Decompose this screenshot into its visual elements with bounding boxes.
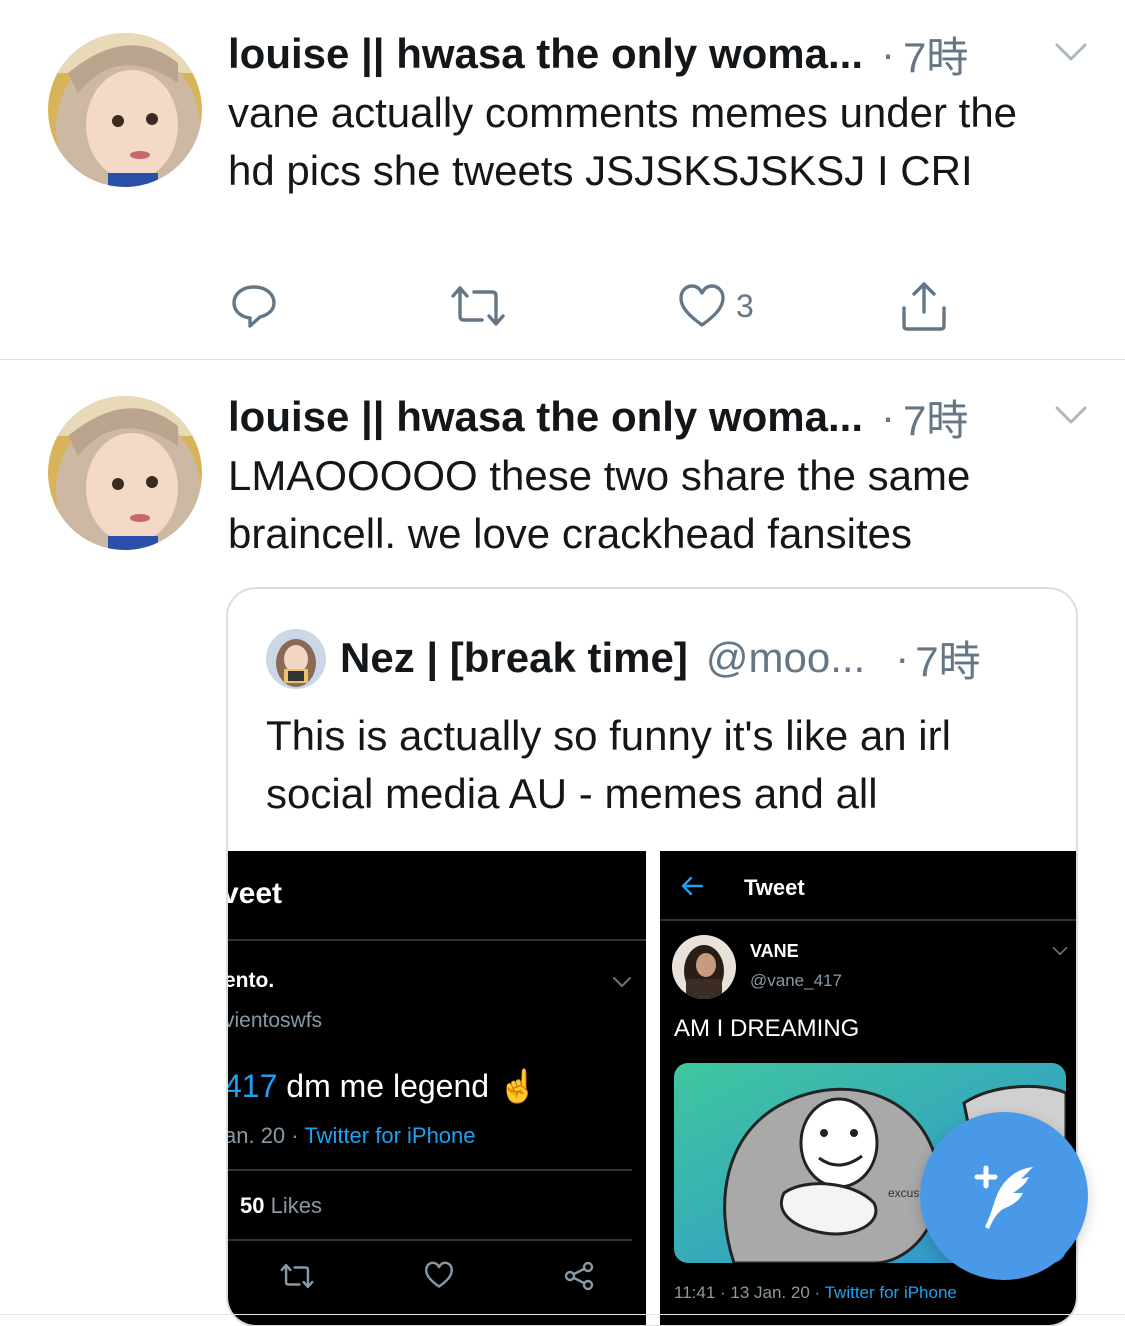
chevron-down-icon bbox=[613, 977, 631, 988]
panel-source: Twitter for iPhone bbox=[304, 1123, 476, 1148]
panel-user-handle: vientoswfs bbox=[228, 1009, 323, 1032]
chevron-down-icon[interactable] bbox=[1054, 403, 1088, 427]
reply-button[interactable] bbox=[230, 276, 278, 336]
quoted-avatar[interactable] bbox=[266, 629, 326, 689]
reply-icon bbox=[232, 285, 276, 328]
media-image-left[interactable]: veet ento. vientoswfs 417 dm me legend ☝… bbox=[228, 851, 646, 1325]
avatar[interactable] bbox=[48, 33, 202, 187]
panel-likes-count: 50 bbox=[240, 1193, 265, 1218]
share-button[interactable] bbox=[900, 276, 948, 336]
panel-meta: 11:41 · 13 Jan. 20 · Twitter for iPhone bbox=[674, 1283, 957, 1303]
tweet-text: vane actually comments memes under the h… bbox=[228, 89, 1018, 194]
divider bbox=[228, 1239, 632, 1241]
panel-date: 11:41 · 13 Jan. 20 · bbox=[674, 1283, 825, 1302]
divider bbox=[228, 1169, 632, 1171]
back-arrow-icon bbox=[681, 876, 704, 896]
separator-dot: · bbox=[880, 30, 895, 77]
quoted-display-name: Nez | [break time] bbox=[340, 634, 688, 681]
panel-title: Tweet bbox=[744, 875, 805, 900]
tweet-actions: 3 bbox=[228, 276, 988, 336]
divider bbox=[0, 1314, 1125, 1315]
compose-tweet-icon bbox=[974, 1165, 1033, 1229]
panel-user-name: VANE bbox=[750, 941, 799, 961]
panel-meta: an. 20 · Twitter for iPhone bbox=[228, 1123, 476, 1149]
panel-user-name: ento. bbox=[228, 969, 275, 992]
timestamp[interactable]: 7時 bbox=[903, 24, 968, 85]
like-button[interactable]: 3 bbox=[678, 276, 754, 336]
chevron-down-icon bbox=[1052, 947, 1068, 956]
panel-avatar bbox=[672, 935, 736, 999]
panel-tweet-text: AM I DREAMING bbox=[674, 1015, 860, 1042]
timestamp[interactable]: 7時 bbox=[903, 387, 968, 448]
tweet-header: louise || hwasa the only woma... · 7時 bbox=[228, 28, 1098, 81]
share-icon bbox=[902, 282, 946, 331]
tweet-text: LMAOOOOO these two share the same brainc… bbox=[228, 452, 971, 557]
display-name[interactable]: louise || hwasa the only woma... bbox=[228, 393, 863, 441]
divider bbox=[660, 919, 1076, 921]
panel-date: an. 20 · bbox=[228, 1123, 305, 1148]
avatar[interactable] bbox=[48, 396, 202, 550]
tweet[interactable]: louise || hwasa the only woma... · 7時 va… bbox=[0, 0, 1125, 360]
display-name[interactable]: louise || hwasa the only woma... bbox=[228, 30, 863, 78]
panel-title: veet bbox=[228, 877, 283, 910]
tweet-header: louise || hwasa the only woma... · 7時 bbox=[228, 391, 1098, 444]
heart-icon bbox=[425, 1261, 453, 1288]
quoted-handle: @moo... bbox=[705, 634, 866, 681]
panel-body-text: dm me legend ☝️ bbox=[277, 1068, 538, 1104]
retweet-button[interactable] bbox=[450, 276, 506, 336]
panel-body: 417 dm me legend ☝️ bbox=[228, 1067, 538, 1105]
quoted-text: This is actually so funny it's like an i… bbox=[266, 712, 951, 817]
panel-user-handle: @vane_417 bbox=[750, 971, 842, 990]
panel-mention: 417 bbox=[228, 1068, 278, 1104]
retweet-icon bbox=[280, 1263, 314, 1289]
retweet-icon bbox=[451, 286, 505, 326]
quoted-header: Nez | [break time] @moo... · 7時 bbox=[340, 629, 1060, 687]
panel-source: Twitter for iPhone bbox=[824, 1283, 957, 1302]
panel-likes-label: Likes bbox=[264, 1193, 322, 1218]
separator-dot: · bbox=[895, 634, 910, 681]
quoted-timestamp: 7時 bbox=[915, 637, 981, 685]
separator-dot: · bbox=[880, 393, 895, 440]
like-count: 3 bbox=[736, 287, 754, 324]
divider bbox=[228, 939, 646, 941]
chevron-down-icon[interactable] bbox=[1054, 40, 1088, 64]
heart-icon bbox=[679, 284, 725, 327]
meme-caption: excus bbox=[888, 1186, 919, 1200]
compose-tweet-button[interactable] bbox=[920, 1112, 1088, 1280]
share-icon bbox=[564, 1261, 594, 1291]
panel-likes: 50 Likes bbox=[240, 1193, 322, 1219]
